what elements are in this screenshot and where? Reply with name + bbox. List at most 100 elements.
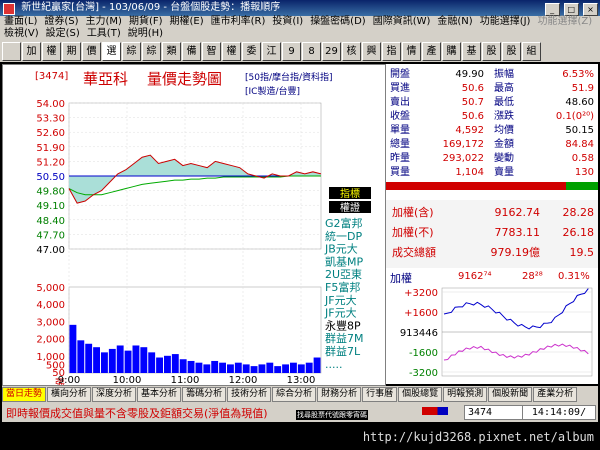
broker-item[interactable]: F5富邦 <box>325 280 360 294</box>
menu-item[interactable]: 主力(M) <box>86 16 122 27</box>
toolbar-button[interactable]: 組 <box>522 41 541 61</box>
menu-item-disabled: 功能選擇(Z) <box>537 16 593 27</box>
menu-item[interactable]: 期貨(F) <box>129 16 163 27</box>
menu-item[interactable]: 金融(N) <box>437 16 472 27</box>
toolbar-button[interactable]: 9 <box>282 41 301 61</box>
menu-item[interactable]: 操盤密碼(D) <box>310 16 366 27</box>
broker-item[interactable]: 統一DP <box>325 229 362 243</box>
app-icon <box>3 3 15 15</box>
volume-bar <box>297 364 305 373</box>
menu-item[interactable]: 投資(I) <box>272 16 303 27</box>
tab-4[interactable]: 籌碼分析 <box>182 386 227 402</box>
volume-tick-label: 4,000 <box>36 300 65 311</box>
broker-item[interactable]: JF元大 <box>324 293 357 307</box>
menu-item[interactable]: 設定(S) <box>46 28 80 39</box>
menu-item[interactable]: 說明(H) <box>128 28 163 39</box>
tab-6[interactable]: 綜合分析 <box>272 386 317 402</box>
menu-item[interactable]: 證券(S) <box>44 16 78 27</box>
index-change: 19.5 <box>569 246 595 259</box>
status-bar: 即時報價成交值與量不含零股及鉅額交易(淨值為現值) 找尋股票代號跟零宵碼 347… <box>2 402 598 422</box>
toolbar-button[interactable]: 委 <box>242 41 261 61</box>
stock-code-input[interactable]: 3474 <box>464 405 525 420</box>
minimize-button[interactable]: _ <box>544 3 560 16</box>
broker-item[interactable]: JB元大 <box>324 242 358 256</box>
volume-bar <box>242 364 250 373</box>
volume-bar <box>282 364 289 373</box>
quote-label: 最高 <box>494 83 514 94</box>
broker-item[interactable]: JF元大 <box>324 306 357 320</box>
quote-label: 最低 <box>494 97 514 108</box>
tab-11[interactable]: 個股新聞 <box>488 386 533 402</box>
price-tick-label: 50.50 <box>36 172 65 183</box>
volume-bar <box>93 347 100 373</box>
tab-9[interactable]: 個股總覽 <box>398 386 443 402</box>
tab-5[interactable]: 技術分析 <box>227 386 272 402</box>
toolbar-button[interactable]: 類 <box>162 41 181 61</box>
tab-0[interactable]: 當日走勢 <box>2 386 47 402</box>
toolbar-button[interactable]: 產 <box>422 41 441 61</box>
tab-8[interactable]: 行事曆 <box>362 386 398 402</box>
toolbar-button[interactable] <box>2 41 21 61</box>
toolbar-button[interactable]: 情 <box>402 41 421 61</box>
mini-index-chart: 加權 9162⁷⁴ 28²⁸ 0.31% +3200 +1600 913446 -16… <box>386 268 598 384</box>
toolbar-button[interactable]: 綜 <box>142 41 161 61</box>
toolbar-button[interactable]: 備 <box>182 41 201 61</box>
toolbar-button[interactable]: 權 <box>222 41 241 61</box>
tab-2[interactable]: 深度分析 <box>92 386 137 402</box>
price-tick-label: 47.70 <box>36 230 65 241</box>
toolbar-button[interactable]: 8 <box>302 41 321 61</box>
quote-row: 買量 1,104 賣量 130 <box>386 166 598 179</box>
toolbar-button[interactable]: 股 <box>482 41 501 61</box>
toolbar-button[interactable]: 29 <box>322 41 341 61</box>
toolbar-button[interactable]: 核 <box>342 41 361 61</box>
toolbar-button[interactable]: 期 <box>62 41 81 61</box>
volume-bar <box>187 360 195 373</box>
index-change: 28.28 <box>562 206 595 219</box>
search-hint: 找尋股票代號跟零宵碼 <box>296 410 368 420</box>
maximize-button[interactable]: □ <box>563 3 579 16</box>
broker-item[interactable]: 永豐8P <box>325 318 361 332</box>
toolbar-button[interactable]: 江 <box>262 41 281 61</box>
toolbar-button[interactable]: 基 <box>462 41 481 61</box>
broker-item[interactable]: 凱基MP <box>325 255 363 268</box>
menu-item[interactable]: 工具(T) <box>87 28 121 39</box>
tab-3[interactable]: 基本分析 <box>137 386 182 402</box>
menu-item[interactable]: 匯市利率(R) <box>211 16 266 27</box>
tab-7[interactable]: 財務分析 <box>317 386 362 402</box>
volume-bar <box>101 352 108 373</box>
toolbar-button[interactable]: 價 <box>82 41 101 61</box>
menu-item[interactable]: 檢視(V) <box>4 28 39 39</box>
toolbar-button[interactable]: 興 <box>362 41 381 61</box>
menu-item[interactable]: 國際資訊(W) <box>373 16 431 27</box>
broker-item[interactable]: ..... <box>325 358 342 371</box>
toolbar-button[interactable]: 權 <box>42 41 61 61</box>
broker-item[interactable]: 群益7L <box>325 344 361 358</box>
volume-bar <box>116 345 124 373</box>
toolbar-button[interactable]: 綜 <box>122 41 141 61</box>
volume-bar <box>179 359 187 373</box>
mini-tick-label: -1600 <box>409 348 438 359</box>
menu-item[interactable]: 期權(E) <box>170 16 204 27</box>
quote-label: 單量 <box>390 125 410 136</box>
broker-item[interactable]: G2富邦 <box>325 216 363 230</box>
toolbar-button[interactable]: 購 <box>442 41 461 61</box>
tab-10[interactable]: 明報預測 <box>443 386 488 402</box>
broker-item[interactable]: 2U亞東 <box>325 268 362 281</box>
menu-item[interactable]: 畫面(L) <box>4 16 37 27</box>
quote-value: 4,592 <box>455 125 484 136</box>
index-value: 9162.74 <box>494 206 541 219</box>
chart-canvas: 54.00 53.30 52.60 51.90 51.20 50.50 49.80 49.10… <box>36 99 371 385</box>
toolbar-button[interactable]: 加 <box>22 41 41 61</box>
menu-item[interactable]: 功能選擇(J) <box>480 16 531 27</box>
broker-item[interactable]: 群益7M <box>325 331 364 345</box>
title-bar: 新世紀贏家[台灣] - 103/06/09 - 台盤個股走勢：播報順序 _ □ … <box>0 0 600 16</box>
tab-1[interactable]: 橫向分析 <box>47 386 92 402</box>
toolbar-button[interactable]: 股 <box>502 41 521 61</box>
volume-bar <box>132 345 140 373</box>
toolbar-button[interactable]: 選 <box>102 41 121 61</box>
toolbar-button[interactable]: 指 <box>382 41 401 61</box>
toolbar-button[interactable]: 智 <box>202 41 221 61</box>
close-button[interactable]: × <box>583 3 598 16</box>
quote-value: 293,022 <box>442 153 484 164</box>
tab-12[interactable]: 產業分析 <box>533 386 578 402</box>
